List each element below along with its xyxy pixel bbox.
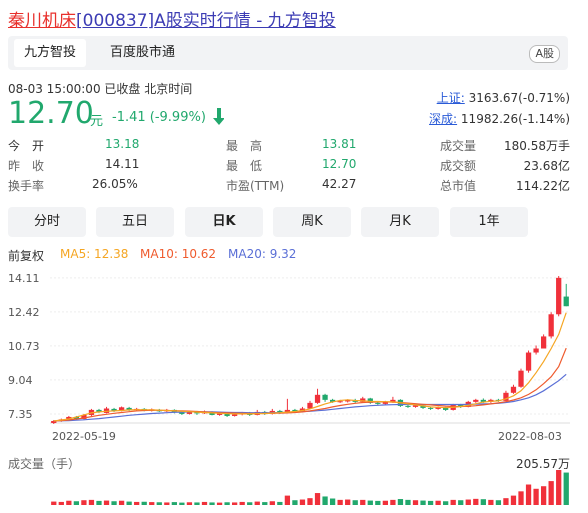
volume-bar	[397, 499, 404, 505]
volume-bar	[277, 501, 283, 505]
volume-bar	[443, 501, 449, 505]
volume-bar	[164, 502, 170, 505]
volume-bar	[209, 502, 215, 505]
volume-bar	[186, 502, 193, 505]
volume-bar	[345, 499, 351, 505]
y-tick-label: 14.11	[8, 272, 40, 285]
volume-bar	[111, 501, 117, 505]
volume-bar	[329, 498, 336, 505]
volume-bar	[51, 501, 57, 505]
x-tick-label: 2022-05-19	[52, 430, 116, 443]
volume-bar	[96, 500, 102, 505]
x-tick-label: 2022-08-03	[498, 430, 562, 443]
volume-bar	[556, 470, 562, 505]
volume-bar	[66, 500, 72, 505]
volume-bar	[367, 500, 373, 505]
volume-bar	[171, 502, 177, 505]
candle-body	[427, 407, 434, 409]
candle-body	[556, 277, 562, 315]
candle-body	[375, 402, 381, 404]
volume-bar	[239, 501, 245, 505]
volume-bar	[141, 501, 147, 505]
candle-body	[510, 386, 517, 393]
volume-bar	[322, 496, 328, 505]
volume-bar	[375, 500, 381, 505]
volume-bar	[201, 501, 208, 505]
candle-body	[232, 414, 238, 416]
volume-bar	[412, 500, 419, 505]
volume-bar	[307, 498, 313, 505]
candle-body	[322, 394, 328, 400]
volume-bar	[224, 502, 230, 505]
volume-bar	[73, 501, 80, 505]
candle-body	[563, 296, 569, 307]
volume-bar	[488, 499, 494, 505]
candle-body	[345, 400, 351, 402]
volume-bar	[458, 500, 464, 505]
volume-bar	[427, 500, 434, 505]
volume-label: 成交量（手）	[8, 457, 81, 471]
volume-bar	[405, 499, 411, 505]
volume-bar	[420, 500, 426, 505]
candle-body	[314, 394, 321, 403]
volume-bar	[480, 499, 486, 505]
y-tick-label: 7.35	[8, 408, 33, 421]
volume-bar	[360, 499, 366, 505]
volume-bar	[292, 500, 298, 505]
volume-bar	[518, 491, 524, 505]
volume-bar	[58, 501, 64, 505]
volume-bar	[269, 501, 275, 505]
volume-bar	[247, 502, 253, 505]
volume-max: 205.57万	[516, 457, 570, 471]
volume-bar	[118, 500, 125, 505]
volume-bar	[88, 499, 95, 505]
volume-bar	[465, 499, 471, 505]
y-tick-label: 12.42	[8, 306, 40, 319]
volume-bar	[126, 501, 132, 505]
volume-bar	[352, 500, 358, 505]
volume-bar	[156, 502, 162, 505]
volume-bar	[390, 499, 396, 505]
candle-body	[540, 336, 547, 349]
volume-bar	[503, 498, 509, 505]
volume-bar	[435, 500, 441, 505]
candle-body	[405, 405, 411, 407]
volume-bar	[216, 502, 223, 505]
volume-bar	[149, 502, 155, 505]
kline-chart[interactable]: 14.11 12.42 10.73 9.04 7.35 2022-05-19 2022-08…	[0, 0, 588, 513]
y-tick-label: 9.04	[8, 374, 33, 387]
volume-bar	[563, 472, 569, 505]
volume-bar	[194, 502, 200, 505]
volume-bar	[540, 486, 547, 505]
volume-bar	[495, 500, 502, 505]
volume-bar	[510, 495, 517, 505]
candle-body	[473, 399, 479, 402]
volume-bar	[337, 499, 343, 505]
candle-body	[548, 314, 554, 337]
volume-bar	[548, 481, 554, 505]
volume-bar	[81, 500, 87, 505]
volume-bar	[103, 500, 110, 505]
volume-bar	[299, 499, 306, 505]
volume-bar	[134, 501, 140, 505]
volume-bar	[284, 495, 291, 505]
volume-bar	[262, 502, 268, 505]
candle-body	[518, 370, 524, 387]
volume-bar	[179, 502, 185, 505]
y-tick-label: 10.73	[8, 340, 40, 353]
volume-bar	[473, 498, 479, 505]
volume-bar	[533, 488, 539, 505]
candle-body	[525, 352, 532, 371]
volume-bar	[450, 499, 456, 505]
volume-bar	[314, 493, 321, 505]
volume-bar	[232, 502, 238, 505]
candle-body	[533, 348, 539, 353]
candle-body	[307, 402, 313, 409]
volume-bar	[382, 500, 388, 505]
volume-bar	[254, 501, 260, 505]
volume-bar	[525, 484, 532, 505]
